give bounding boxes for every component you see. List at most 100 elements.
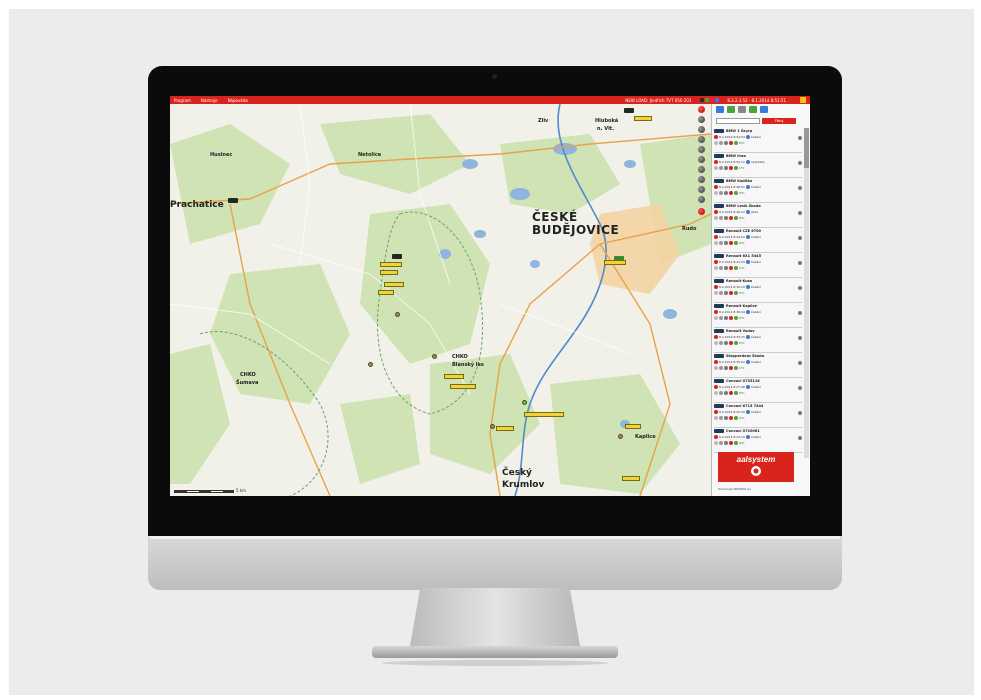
report-icon[interactable] (749, 106, 757, 113)
info-icon[interactable] (714, 241, 718, 245)
vehicle-label-tag[interactable] (622, 476, 640, 481)
vehicle-label-tag[interactable] (604, 260, 626, 265)
vehicle-row[interactable]: Convoci 0720061 8.2.2014 8:22:19 Čekání 4°C (714, 428, 802, 453)
route-icon[interactable] (727, 106, 735, 113)
footer-link[interactable]: SEKURIS.eu (734, 487, 751, 491)
history-icon[interactable] (719, 391, 723, 395)
history-icon[interactable] (719, 291, 723, 295)
alert-icon[interactable] (729, 416, 733, 420)
info-icon[interactable] (714, 341, 718, 345)
history-icon[interactable] (719, 341, 723, 345)
poi-pin-icon[interactable] (618, 434, 623, 439)
vehicle-marker-icon[interactable] (228, 198, 238, 203)
history-icon[interactable] (719, 266, 723, 270)
alert-icon[interactable] (729, 341, 733, 345)
vehicle-row[interactable]: BMW Kaditka 8.2.2014 8:48:51 Čekání 4°C (714, 178, 802, 203)
vehicle-list-scrollbar[interactable] (804, 128, 809, 458)
message-icon[interactable] (724, 366, 728, 370)
poi-pin-icon[interactable] (490, 424, 495, 429)
history-icon[interactable] (719, 366, 723, 370)
message-icon[interactable] (724, 291, 728, 295)
locate-vehicle-icon[interactable] (798, 186, 802, 190)
map-control-icon[interactable] (698, 166, 705, 173)
locate-vehicle-icon[interactable] (798, 211, 802, 215)
vehicle-row[interactable]: Stapperdorp Škoda 8.2.2014 8:30:02 Čekání 1… (714, 353, 802, 378)
locate-vehicle-icon[interactable] (798, 286, 802, 290)
poi-pin-icon[interactable] (522, 400, 527, 405)
menu-help[interactable]: Nápověda (228, 98, 248, 103)
vehicle-label-tag[interactable] (496, 426, 514, 431)
info-icon[interactable] (714, 141, 718, 145)
locate-vehicle-icon[interactable] (798, 311, 802, 315)
map-control-icon[interactable] (698, 146, 705, 153)
alert-icon[interactable] (729, 241, 733, 245)
vehicle-marker-icon[interactable] (624, 108, 634, 113)
info-icon[interactable] (714, 266, 718, 270)
history-icon[interactable] (719, 216, 723, 220)
message-icon[interactable] (724, 266, 728, 270)
map-layers-icon[interactable] (760, 106, 768, 113)
menu-tools[interactable]: Nástroje (201, 98, 218, 103)
vehicle-row[interactable]: BMW Irwo 8.2.2014 8:52:11 Vykládka 1°C (714, 153, 802, 178)
alert-icon[interactable] (729, 141, 733, 145)
message-icon[interactable] (724, 216, 728, 220)
vehicle-label-tag[interactable] (625, 424, 641, 429)
vehicle-row[interactable]: BMW 1 Škyrp 8.2.2014 8:54:04 Čekání 0°C (714, 128, 802, 153)
poi-pin-icon[interactable] (432, 354, 437, 359)
message-icon[interactable] (724, 441, 728, 445)
locate-vehicle-icon[interactable] (798, 261, 802, 265)
scrollbar-thumb[interactable] (804, 128, 809, 168)
refresh-icon[interactable] (716, 106, 724, 113)
info-icon[interactable] (714, 441, 718, 445)
vehicle-label-tag[interactable] (634, 116, 652, 121)
locate-vehicle-icon[interactable] (798, 336, 802, 340)
message-icon[interactable] (724, 341, 728, 345)
map-control-icon[interactable] (698, 196, 705, 203)
locate-vehicle-icon[interactable] (798, 436, 802, 440)
alert-icon[interactable] (729, 316, 733, 320)
vehicle-marker-icon[interactable] (392, 254, 402, 259)
poi-pin-icon[interactable] (395, 312, 400, 317)
filter-button[interactable]: Filtruj (762, 118, 796, 124)
message-icon[interactable] (724, 416, 728, 420)
info-icon[interactable] (714, 291, 718, 295)
message-icon[interactable] (724, 166, 728, 170)
map-control-icon[interactable] (698, 176, 705, 183)
history-icon[interactable] (719, 416, 723, 420)
history-icon[interactable] (719, 241, 723, 245)
vehicle-row[interactable]: Convoci 0735116 8.2.2014 8:27:48 Čekání 0°C (714, 378, 802, 403)
alert-icon[interactable] (729, 216, 733, 220)
history-icon[interactable] (719, 441, 723, 445)
alert-icon[interactable] (729, 391, 733, 395)
alert-icon[interactable] (729, 166, 733, 170)
vehicle-label-tag[interactable] (384, 282, 404, 287)
locate-vehicle-icon[interactable] (798, 161, 802, 165)
alert-icon[interactable] (729, 191, 733, 195)
vehicle-row[interactable]: Renault CZE 6700 8.2.2014 8:44:02 Čekání 2°… (714, 228, 802, 253)
vehicle-row[interactable]: BMW Lesík Škoda 8.2.2014 8:46:12 Jízda 0°C (714, 203, 802, 228)
locate-vehicle-icon[interactable] (798, 361, 802, 365)
message-icon[interactable] (724, 391, 728, 395)
info-icon[interactable] (714, 166, 718, 170)
settings-icon[interactable] (738, 106, 746, 113)
map-control-icon[interactable] (698, 126, 705, 133)
vehicle-row[interactable]: Convoci 6715 7444 8.2.2014 8:25:30 Čekání 2… (714, 403, 802, 428)
map-control-icon[interactable] (698, 156, 705, 163)
locate-vehicle-icon[interactable] (798, 136, 802, 140)
alert-icon[interactable] (729, 366, 733, 370)
map-control-icon[interactable] (698, 186, 705, 193)
history-icon[interactable] (719, 191, 723, 195)
message-icon[interactable] (724, 191, 728, 195)
message-icon[interactable] (724, 241, 728, 245)
message-icon[interactable] (724, 141, 728, 145)
info-icon[interactable] (714, 416, 718, 420)
alert-icon[interactable] (729, 291, 733, 295)
history-icon[interactable] (719, 166, 723, 170)
info-icon[interactable] (714, 216, 718, 220)
vehicle-label-tag[interactable] (380, 262, 402, 267)
vehicle-label-tag[interactable] (450, 384, 476, 389)
map-control-icon[interactable] (698, 208, 705, 215)
vehicle-row[interactable]: Renault Kuza 8.2.2014 8:39:10 Čekání 3°C (714, 278, 802, 303)
info-icon[interactable] (714, 391, 718, 395)
vehicle-label-tag[interactable] (378, 290, 394, 295)
